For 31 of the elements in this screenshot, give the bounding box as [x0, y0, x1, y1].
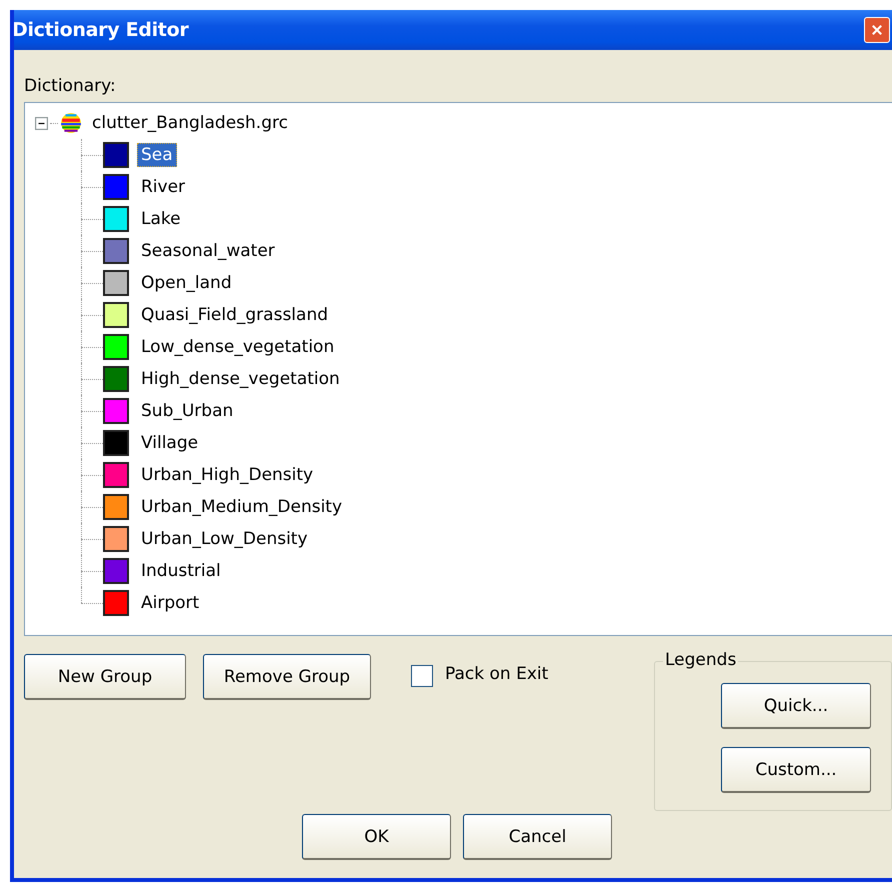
dictionary-label: Dictionary:: [24, 76, 117, 98]
tree-item[interactable]: Seasonal_water: [137, 239, 279, 263]
tree-item[interactable]: Sea: [137, 143, 177, 167]
group-title: Legends: [663, 650, 738, 670]
tree-item[interactable]: Urban_Medium_Density: [137, 495, 346, 519]
window-title: Dictionary Editor: [14, 19, 188, 41]
close-icon: [870, 23, 884, 37]
tree-item[interactable]: Lake: [137, 207, 185, 231]
tree-item[interactable]: Urban_High_Density: [137, 463, 318, 487]
tree-item[interactable]: Quasi_Field_grassland: [137, 303, 332, 327]
tree-root-label[interactable]: clutter_Bangladesh.grc: [92, 113, 288, 133]
dialog-button[interactable]: OK: [302, 814, 451, 860]
collapse-toggle-icon[interactable]: [35, 116, 48, 130]
tree-item[interactable]: Airport: [137, 591, 204, 615]
tree-item[interactable]: Village: [137, 431, 202, 455]
tree-item[interactable]: Industrial: [137, 559, 225, 583]
tree-item[interactable]: Low_dense_vegetation: [137, 335, 338, 359]
tree-item[interactable]: Urban_Low_Density: [137, 527, 312, 551]
tree-item[interactable]: Sub_Urban: [137, 399, 238, 423]
dialog-button[interactable]: Cancel: [463, 814, 612, 860]
tree-item[interactable]: High_dense_vegetation: [137, 367, 344, 391]
close-button[interactable]: [864, 17, 890, 43]
tree-item[interactable]: Open_land: [137, 271, 236, 295]
tree-item[interactable]: River: [137, 175, 190, 199]
group-button[interactable]: New Group: [24, 654, 186, 700]
legend-button[interactable]: Custom...: [721, 747, 871, 793]
globe-icon: [60, 112, 82, 134]
checkbox[interactable]: [411, 665, 433, 687]
checkbox-label[interactable]: Pack on Exit: [445, 664, 548, 684]
legend-button[interactable]: Quick...: [721, 683, 871, 729]
group-button[interactable]: Remove Group: [203, 654, 371, 700]
